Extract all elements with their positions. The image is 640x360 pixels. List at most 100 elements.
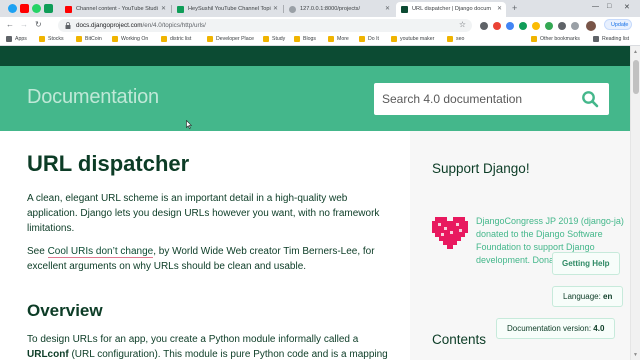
- bookmarks-bar: Apps Stocks BitCoin Working On distric l…: [0, 34, 640, 46]
- extension-icon[interactable]: [493, 22, 501, 30]
- reading-list[interactable]: Reading list: [593, 36, 629, 42]
- bookmark-folder[interactable]: Blogs: [294, 36, 316, 42]
- profile-avatar[interactable]: [586, 21, 596, 31]
- twitter-pinned-tab-icon[interactable]: [8, 4, 17, 13]
- close-tab-icon[interactable]: ✕: [273, 5, 278, 12]
- folder-icon: [391, 36, 397, 42]
- bookmark-folder[interactable]: BitCoin: [76, 36, 102, 42]
- globe-icon: [289, 6, 296, 13]
- extension-icon[interactable]: [545, 22, 553, 30]
- back-arrow-icon[interactable]: ←: [6, 20, 14, 29]
- scroll-up-icon[interactable]: ▲: [633, 49, 638, 55]
- bookmark-folder[interactable]: Developer Place: [207, 36, 254, 42]
- bookmark-label: distric list: [170, 36, 192, 42]
- docs-search-input[interactable]: [382, 91, 572, 107]
- cool-uris-link[interactable]: Cool URIs don’t change: [47, 246, 154, 258]
- bookmark-folder[interactable]: youtube maker: [391, 36, 434, 42]
- sheets-pinned-tab-icon[interactable]: [44, 4, 53, 13]
- folder-icon: [263, 36, 269, 42]
- folder-icon: [328, 36, 334, 42]
- tab-django-url-dispatcher[interactable]: URL dispatcher | Django docum ✕: [396, 2, 506, 17]
- extension-icon[interactable]: [519, 22, 527, 30]
- scroll-down-icon[interactable]: ▼: [633, 352, 638, 358]
- other-bookmarks[interactable]: Other bookmarks: [531, 36, 580, 42]
- url-path: /en/4.0/topics/http/urls/: [142, 22, 206, 29]
- bookmark-apps[interactable]: Apps: [6, 36, 27, 42]
- bookmark-star-icon[interactable]: ☆: [459, 20, 466, 29]
- close-tab-icon[interactable]: ✕: [385, 5, 390, 12]
- version-selector[interactable]: Documentation version: 4.0: [496, 318, 616, 339]
- bookmark-label: More: [337, 36, 349, 42]
- folder-icon: [447, 36, 453, 42]
- close-window-icon[interactable]: ✕: [624, 3, 630, 11]
- bookmark-label: seo: [456, 36, 465, 42]
- bookmark-folder[interactable]: seo: [447, 36, 464, 42]
- lock-icon[interactable]: [65, 22, 71, 29]
- url-text[interactable]: docs.djangoproject.com/en/4.0/topics/htt…: [76, 22, 206, 29]
- extension-icon[interactable]: [480, 22, 488, 30]
- close-tab-icon[interactable]: ✕: [161, 5, 166, 12]
- bookmark-folder[interactable]: Study: [263, 36, 285, 42]
- bookmark-label: Working On: [121, 36, 149, 42]
- bookmark-label: Study: [272, 36, 286, 42]
- see-paragraph: See Cool URIs don’t change, by World Wid…: [27, 245, 387, 275]
- search-icon[interactable]: [581, 90, 599, 108]
- django-top-bar: [0, 46, 640, 66]
- update-button[interactable]: Update ⋮: [604, 19, 632, 30]
- extensions-puzzle-icon[interactable]: [558, 22, 566, 30]
- browser-toolbar: ← → ↻ docs.djangoproject.com/en/4.0/topi…: [0, 17, 640, 34]
- overview-text: To design URLs for an app, you create a …: [27, 334, 359, 345]
- address-bar[interactable]: docs.djangoproject.com/en/4.0/topics/htt…: [58, 19, 472, 32]
- tab-title: HeySushil YouTube Channel Topi: [188, 6, 271, 12]
- getting-help-button[interactable]: Getting Help: [552, 252, 620, 275]
- bookmark-label: Other bookmarks: [540, 36, 580, 42]
- extension-icon[interactable]: [532, 22, 540, 30]
- page-scrollbar[interactable]: ▲ ▼: [630, 46, 640, 360]
- bookmark-folder[interactable]: Stocks: [39, 36, 64, 42]
- language-selector[interactable]: Language: en: [552, 286, 624, 307]
- close-tab-icon[interactable]: ✕: [497, 5, 502, 12]
- bookmark-folder[interactable]: Do It: [359, 36, 379, 42]
- bookmark-label: Do It: [368, 36, 379, 42]
- folder-icon: [294, 36, 300, 42]
- docs-search-box[interactable]: [374, 83, 609, 115]
- new-tab-icon[interactable]: +: [512, 3, 517, 13]
- bookmark-folder[interactable]: Working On: [112, 36, 148, 42]
- documentation-title[interactable]: Documentation: [27, 86, 159, 109]
- url-domain: docs.djangoproject.com: [76, 22, 143, 29]
- bookmark-label: Developer Place: [216, 36, 255, 42]
- bookmark-label: youtube maker: [400, 36, 435, 42]
- scrollbar-thumb[interactable]: [633, 60, 639, 94]
- reload-icon[interactable]: ↻: [35, 20, 42, 29]
- overview-paragraph: To design URLs for an app, you create a …: [27, 333, 407, 360]
- tab-title: Channel content - YouTube Studi: [76, 6, 158, 12]
- minimize-window-icon[interactable]: —: [592, 3, 599, 10]
- language-label: Language:: [563, 292, 604, 301]
- extension-icon[interactable]: [506, 22, 514, 30]
- mouse-cursor-icon: [186, 120, 192, 129]
- sheets-icon: [177, 6, 184, 13]
- language-value: en: [603, 292, 613, 301]
- overview-text: (URL configuration). This module is pure…: [68, 348, 388, 360]
- folder-icon: [112, 36, 118, 42]
- pixel-heart-icon[interactable]: [432, 217, 468, 249]
- urlconf-term: URLconf: [27, 348, 69, 360]
- bookmark-folder[interactable]: distric list: [161, 36, 191, 42]
- forward-arrow-icon[interactable]: →: [20, 20, 28, 29]
- tab-youtube-studio[interactable]: Channel content - YouTube Studi ✕: [60, 2, 170, 17]
- maximize-window-icon[interactable]: □: [607, 3, 611, 10]
- folder-icon: [207, 36, 213, 42]
- extension-icon[interactable]: [571, 22, 579, 30]
- reading-list-icon: [593, 36, 599, 42]
- folder-icon: [39, 36, 45, 42]
- bookmark-label: Apps: [15, 36, 27, 42]
- bookmark-folder[interactable]: More: [328, 36, 349, 42]
- bookmark-label: Stocks: [48, 36, 64, 42]
- version-label: Documentation version:: [507, 324, 594, 333]
- whatsapp-pinned-tab-icon[interactable]: [32, 4, 41, 13]
- youtube-icon: [65, 6, 72, 13]
- tab-localhost-projects[interactable]: 127.0.0.1:8000/projects/ ✕: [284, 2, 394, 17]
- youtube-pinned-tab-icon[interactable]: [20, 4, 29, 13]
- tab-heysushil-topics[interactable]: HeySushil YouTube Channel Topi ✕: [172, 2, 282, 17]
- bookmark-label: Blogs: [303, 36, 316, 42]
